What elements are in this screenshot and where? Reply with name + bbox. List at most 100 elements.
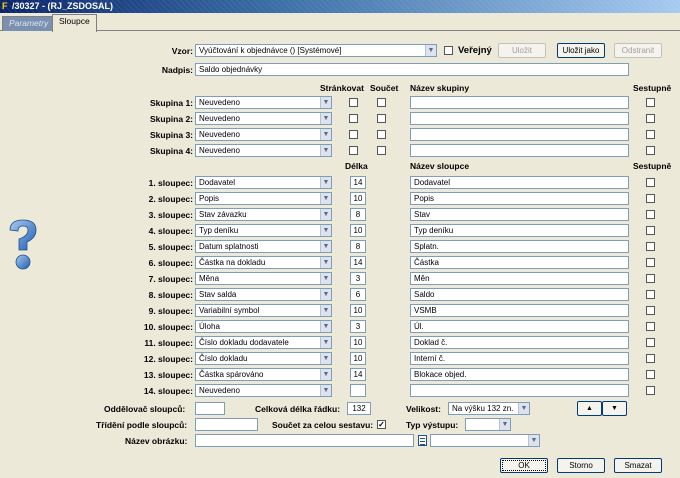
velikost-select[interactable]: Na výšku 132 zn. ▼: [448, 402, 530, 415]
oddelovac-input[interactable]: [195, 402, 225, 415]
sestupne-checkbox[interactable]: [646, 146, 655, 155]
sestupne-checkbox[interactable]: [646, 290, 655, 299]
sestupne-checkbox[interactable]: [646, 322, 655, 331]
column-name-input[interactable]: VSMB: [410, 304, 629, 317]
chevron-down-icon[interactable]: ▼: [320, 225, 331, 236]
column-name-input[interactable]: Měn: [410, 272, 629, 285]
column-select[interactable]: Měna ▼: [195, 272, 332, 285]
column-name-input[interactable]: Stav: [410, 208, 629, 221]
chevron-down-icon[interactable]: ▼: [320, 321, 331, 332]
group-name-input[interactable]: [410, 112, 629, 125]
move-down-button[interactable]: ▼: [602, 401, 627, 416]
ulozit-button[interactable]: Uložit: [498, 43, 546, 58]
sestupne-checkbox[interactable]: [646, 258, 655, 267]
column-length-input[interactable]: 3: [350, 272, 366, 285]
group-select[interactable]: Neuvedeno ▼: [195, 128, 332, 141]
column-length-input[interactable]: 14: [350, 176, 366, 189]
strankovat-checkbox[interactable]: [349, 114, 358, 123]
column-select[interactable]: Částka spárováno ▼: [195, 368, 332, 381]
ok-button[interactable]: OK: [500, 458, 548, 473]
chevron-down-icon[interactable]: ▼: [320, 241, 331, 252]
obrazek-input[interactable]: [195, 434, 414, 447]
chevron-down-icon[interactable]: ▼: [528, 435, 539, 446]
chevron-down-icon[interactable]: ▼: [320, 145, 331, 156]
typ-vystupu-select[interactable]: ▼: [465, 418, 511, 431]
column-length-input[interactable]: 10: [350, 352, 366, 365]
chevron-down-icon[interactable]: ▼: [425, 45, 436, 56]
column-length-input[interactable]: 10: [350, 192, 366, 205]
column-select[interactable]: Dodavatel ▼: [195, 176, 332, 189]
column-length-input[interactable]: 10: [350, 224, 366, 237]
sestupne-checkbox[interactable]: [646, 114, 655, 123]
sestupne-checkbox[interactable]: [646, 226, 655, 235]
group-name-input[interactable]: [410, 96, 629, 109]
column-select[interactable]: Číslo dokladu ▼: [195, 352, 332, 365]
obrazek-select[interactable]: ▼: [430, 434, 540, 447]
column-select[interactable]: Popis ▼: [195, 192, 332, 205]
column-length-input[interactable]: 3: [350, 320, 366, 333]
sestupne-checkbox[interactable]: [646, 194, 655, 203]
column-length-input[interactable]: 14: [350, 368, 366, 381]
sestupne-checkbox[interactable]: [646, 242, 655, 251]
sestupne-checkbox[interactable]: [646, 386, 655, 395]
chevron-down-icon[interactable]: ▼: [320, 369, 331, 380]
soucet-checkbox[interactable]: [377, 114, 386, 123]
column-length-input[interactable]: [350, 384, 366, 397]
soucet-checkbox[interactable]: [377, 146, 386, 155]
move-up-button[interactable]: ▲: [577, 401, 602, 416]
strankovat-checkbox[interactable]: [349, 146, 358, 155]
storno-button[interactable]: Storno: [557, 458, 605, 473]
ulozit-jako-button[interactable]: Uložit jako: [557, 43, 605, 58]
help-question-icon[interactable]: [6, 218, 40, 272]
sestupne-checkbox[interactable]: [646, 370, 655, 379]
column-length-input[interactable]: 14: [350, 256, 366, 269]
column-length-input[interactable]: 10: [350, 304, 366, 317]
strankovat-checkbox[interactable]: [349, 130, 358, 139]
sestupne-checkbox[interactable]: [646, 130, 655, 139]
column-name-input[interactable]: Blokace objed.: [410, 368, 629, 381]
sestupne-checkbox[interactable]: [646, 178, 655, 187]
chevron-down-icon[interactable]: ▼: [518, 403, 529, 414]
chevron-down-icon[interactable]: ▼: [320, 193, 331, 204]
soucet-checkbox[interactable]: [377, 130, 386, 139]
chevron-down-icon[interactable]: ▼: [499, 419, 510, 430]
column-length-input[interactable]: 8: [350, 208, 366, 221]
smazat-button[interactable]: Smazat: [614, 458, 662, 473]
group-name-input[interactable]: [410, 128, 629, 141]
browse-list-icon[interactable]: [418, 435, 427, 446]
sestupne-checkbox[interactable]: [646, 306, 655, 315]
group-name-input[interactable]: [410, 144, 629, 157]
tab-parametry[interactable]: Parametry: [2, 16, 56, 31]
column-name-input[interactable]: Typ deníku: [410, 224, 629, 237]
column-name-input[interactable]: Úl.: [410, 320, 629, 333]
sestupne-checkbox[interactable]: [646, 354, 655, 363]
group-select[interactable]: Neuvedeno ▼: [195, 112, 332, 125]
column-select[interactable]: Číslo dokladu dodavatele ▼: [195, 336, 332, 349]
column-name-input[interactable]: Doklad č.: [410, 336, 629, 349]
column-name-input[interactable]: Saldo: [410, 288, 629, 301]
chevron-down-icon[interactable]: ▼: [320, 305, 331, 316]
column-length-input[interactable]: 8: [350, 240, 366, 253]
column-length-input[interactable]: 6: [350, 288, 366, 301]
column-select[interactable]: Neuvedeno ▼: [195, 384, 332, 397]
column-select[interactable]: Stav salda ▼: [195, 288, 332, 301]
nadpis-input[interactable]: Saldo objednávky: [195, 63, 629, 76]
chevron-down-icon[interactable]: ▼: [320, 353, 331, 364]
chevron-down-icon[interactable]: ▼: [320, 129, 331, 140]
group-select[interactable]: Neuvedeno ▼: [195, 144, 332, 157]
column-select[interactable]: Variabilní symbol ▼: [195, 304, 332, 317]
chevron-down-icon[interactable]: ▼: [320, 209, 331, 220]
chevron-down-icon[interactable]: ▼: [320, 113, 331, 124]
column-name-input[interactable]: Popis: [410, 192, 629, 205]
chevron-down-icon[interactable]: ▼: [320, 385, 331, 396]
column-name-input[interactable]: Dodavatel: [410, 176, 629, 189]
tab-sloupce[interactable]: Sloupce: [52, 14, 97, 32]
odstranit-button[interactable]: Odstranit: [614, 43, 662, 58]
chevron-down-icon[interactable]: ▼: [320, 177, 331, 188]
column-name-input[interactable]: Částka: [410, 256, 629, 269]
column-name-input[interactable]: Interní č.: [410, 352, 629, 365]
verejny-checkbox[interactable]: [444, 46, 453, 55]
column-select[interactable]: Úloha ▼: [195, 320, 332, 333]
column-name-input[interactable]: [410, 384, 629, 397]
chevron-down-icon[interactable]: ▼: [320, 273, 331, 284]
